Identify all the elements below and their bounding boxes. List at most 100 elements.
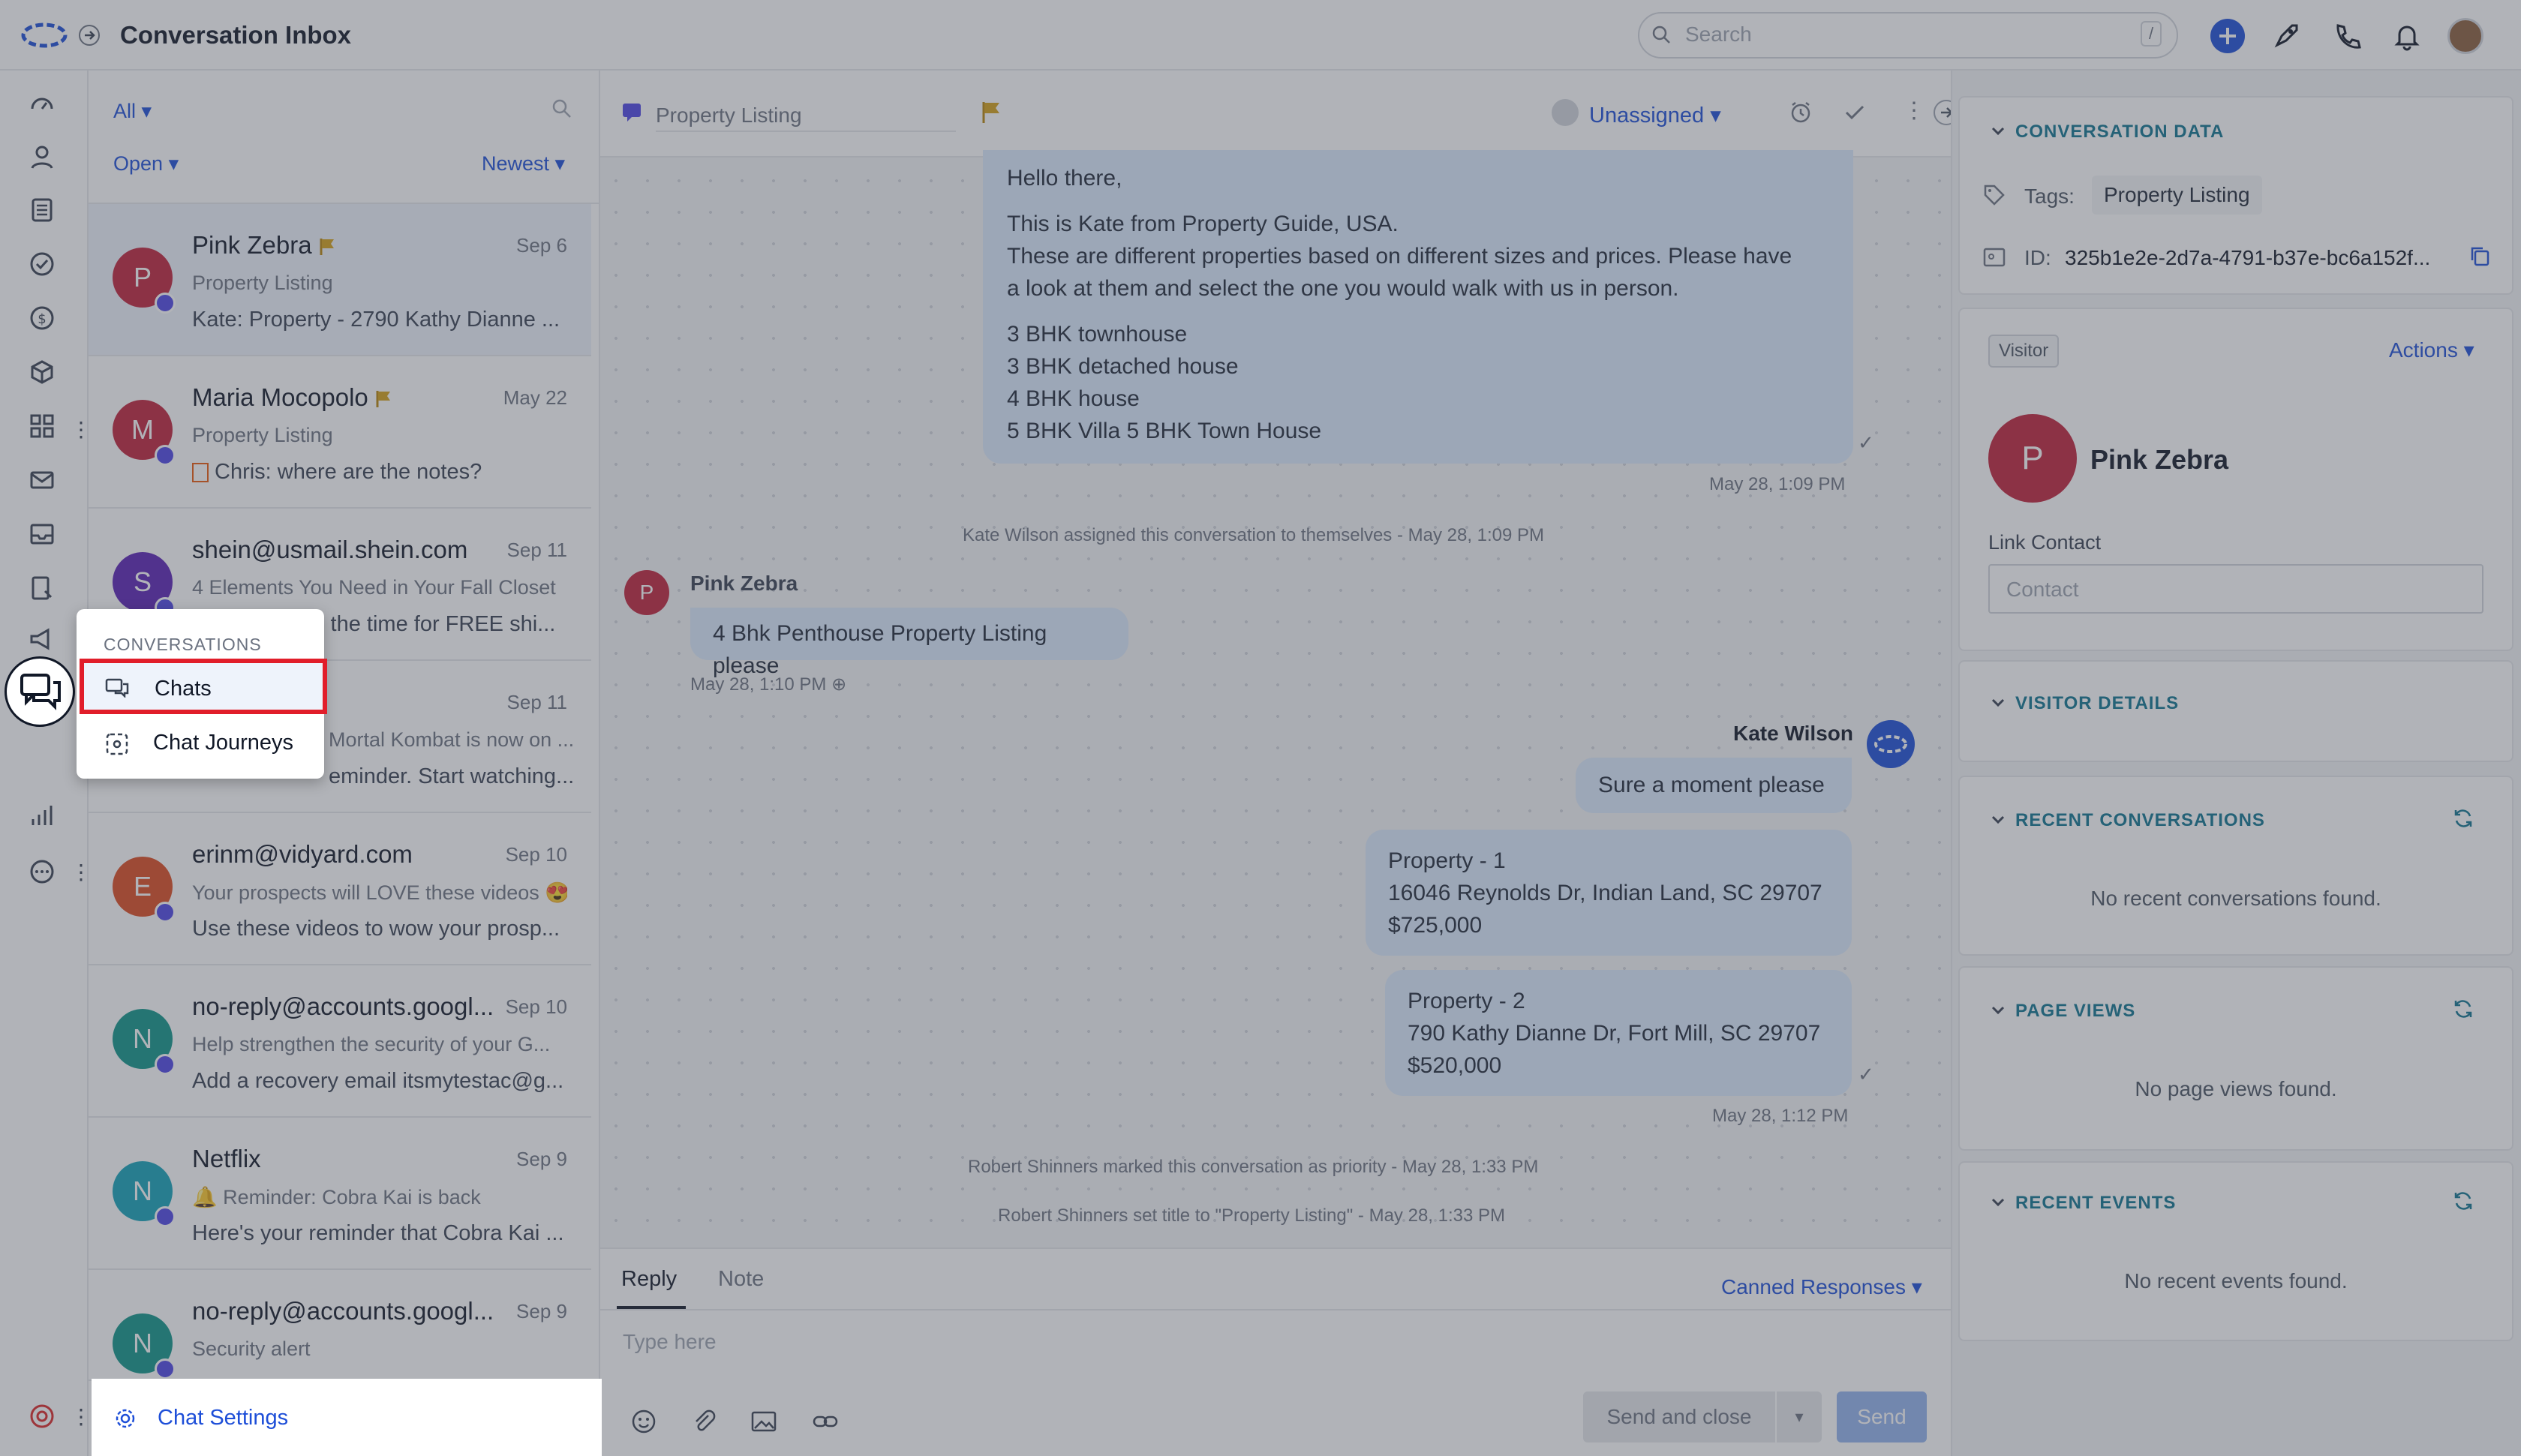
conversation-subject: Mortal Kombat is now on ... <box>329 728 575 751</box>
products-icon[interactable] <box>29 359 56 386</box>
canned-responses-dropdown[interactable]: Canned Responses ▾ <box>1721 1274 1922 1299</box>
link-icon[interactable] <box>812 1408 839 1435</box>
send-button[interactable]: Send <box>1837 1391 1927 1442</box>
chevron-down-icon[interactable] <box>1990 1194 2006 1211</box>
search-placeholder: Search <box>1685 23 1752 46</box>
submenu-item-chat-journeys[interactable]: Chat Journeys <box>153 731 293 755</box>
conversation-title-input[interactable]: Property Listing <box>656 104 956 132</box>
expand-arrow-icon[interactable] <box>78 24 101 47</box>
snooze-icon[interactable] <box>1789 101 1813 125</box>
visitor-badge: Visitor <box>1988 335 2060 368</box>
sort-dropdown[interactable]: Newest ▾ <box>482 152 565 176</box>
search-icon[interactable] <box>551 98 573 120</box>
message-text: 5 BHK Villa 5 BHK Town House <box>1007 419 1322 443</box>
copy-icon[interactable] <box>2468 245 2491 267</box>
message-text: a look at them and select the one you wo… <box>1007 276 1679 301</box>
page-title: Conversation Inbox <box>120 21 352 49</box>
chevron-down-icon[interactable] <box>1990 812 2006 828</box>
conversation-subject: Security alert <box>192 1337 311 1360</box>
refresh-icon[interactable] <box>2452 807 2474 830</box>
rocket-icon[interactable] <box>2271 21 2301 51</box>
send-and-close-button[interactable]: Send and close <box>1583 1391 1775 1442</box>
resolve-check-icon[interactable] <box>1843 101 1867 125</box>
chevron-down-icon[interactable] <box>1990 123 2006 140</box>
section-title: RECENT CONVERSATIONS <box>2015 810 2265 830</box>
tab-note[interactable]: Note <box>718 1267 764 1292</box>
assignee-dropdown[interactable]: Unassigned ▾ <box>1589 102 1721 128</box>
more-vertical-icon[interactable]: ⋮ <box>1903 98 1925 124</box>
conversation-name-text: Maria Mocopolo <box>192 383 368 411</box>
conversation-item[interactable]: E erinm@vidyard.com Sep 10 Your prospect… <box>89 813 591 965</box>
chat-settings-button[interactable]: Chat Settings <box>92 1379 602 1456</box>
refresh-icon[interactable] <box>2452 1190 2474 1212</box>
inbox-icon[interactable] <box>29 521 56 548</box>
bell-icon[interactable] <box>2392 21 2422 51</box>
mail-icon[interactable] <box>29 467 56 494</box>
chat-badge-icon <box>155 1054 176 1075</box>
reports-icon[interactable] <box>29 803 56 830</box>
dashboard-icon[interactable] <box>29 89 56 116</box>
chevron-down-icon[interactable] <box>1990 695 2006 711</box>
refresh-icon[interactable] <box>2452 998 2474 1020</box>
conversation-snippet: Kate: Property - 2790 Kathy Dianne ... <box>192 308 560 332</box>
agent-avatar-icon <box>1867 720 1915 768</box>
attachment-icon[interactable] <box>690 1408 717 1435</box>
more-icon[interactable] <box>29 858 56 885</box>
chat-badge-icon <box>155 1206 176 1227</box>
help-icon[interactable] <box>29 1403 56 1430</box>
add-icon[interactable] <box>2210 18 2246 54</box>
tasks-icon[interactable] <box>29 251 56 278</box>
page-views-card <box>1958 966 2513 1151</box>
id-label: ID: <box>2024 246 2051 269</box>
conversation-name: shein@usmail.shein.com <box>192 536 468 563</box>
conversation-item[interactable]: N no-reply@accounts.googl... Sep 9 Secur… <box>89 1270 591 1381</box>
conversation-subject: Property Listing <box>192 272 333 294</box>
phone-icon[interactable] <box>2332 21 2362 51</box>
message-text: 790 Kathy Dianne Dr, Fort Mill, SC 29707 <box>1408 1021 1821 1046</box>
emoji-icon[interactable] <box>630 1408 657 1435</box>
section-title: RECENT EVENTS <box>2015 1193 2177 1213</box>
conversations-icon[interactable] <box>5 656 75 727</box>
priority-flag-icon[interactable] <box>981 101 1002 125</box>
contact-search-field[interactable]: Contact <box>1988 564 2483 614</box>
system-message: Robert Shinners marked this conversation… <box>968 1157 1539 1177</box>
list-icon[interactable] <box>29 197 56 224</box>
app-logo-icon[interactable] <box>21 23 68 48</box>
conversation-date: Sep 6 <box>516 234 567 257</box>
section-title: VISITOR DETAILS <box>2015 693 2180 713</box>
message-text: 3 BHK townhouse <box>1007 322 1188 347</box>
conversation-item[interactable]: N Netflix Sep 9 🔔 Reminder: Cobra Kai is… <box>89 1118 591 1270</box>
conversation-subject: 4 Elements You Need in Your Fall Closet <box>192 576 556 599</box>
tab-reply[interactable]: Reply <box>621 1267 677 1292</box>
conversation-date: Sep 10 <box>505 995 567 1018</box>
chat-badge-icon <box>155 902 176 923</box>
conversation-subject: Help strengthen the security of your G..… <box>192 1033 551 1055</box>
conversation-item[interactable]: P Pink Zebra Sep 6 Property Listing Kate… <box>89 204 591 356</box>
forms-icon[interactable] <box>29 575 56 602</box>
message-input[interactable]: Type here <box>623 1330 717 1354</box>
actions-dropdown[interactable]: Actions ▾ <box>2389 338 2474 362</box>
image-icon[interactable] <box>750 1408 777 1435</box>
empty-state-text: No page views found. <box>2135 1077 2337 1100</box>
submenu-item-chats[interactable]: Chats <box>80 659 327 714</box>
sender-name: Pink Zebra <box>690 572 798 595</box>
conversation-item[interactable]: M Maria Mocopolo May 22 Property Listing… <box>89 356 591 509</box>
send-options-chevron-icon[interactable]: ▾ <box>1777 1391 1822 1442</box>
canned-responses-label: Canned Responses <box>1721 1275 1906 1298</box>
deals-icon[interactable]: $ <box>29 305 56 332</box>
filter-all-dropdown[interactable]: All ▾ <box>113 100 152 123</box>
chevron-down-icon[interactable] <box>1990 1002 2006 1019</box>
filter-all-label: All <box>113 100 137 122</box>
filter-status-label: Open <box>113 152 164 175</box>
chat-bubble-icon <box>621 102 647 125</box>
avatar[interactable] <box>2447 18 2483 54</box>
message-text: Property - 2 <box>1408 989 1525 1013</box>
system-message: Kate Wilson assigned this conversation t… <box>963 525 1545 545</box>
conversation-item[interactable]: N no-reply@accounts.googl... Sep 10 Help… <box>89 965 591 1118</box>
tag-chip[interactable]: Property Listing <box>2092 176 2262 215</box>
apps-icon[interactable] <box>29 413 56 440</box>
contacts-icon[interactable] <box>29 143 56 170</box>
campaigns-icon[interactable] <box>29 626 56 653</box>
left-nav-rail: $ ⋮ ⋮ ⋮ <box>0 71 92 1456</box>
filter-status-dropdown[interactable]: Open ▾ <box>113 152 179 176</box>
